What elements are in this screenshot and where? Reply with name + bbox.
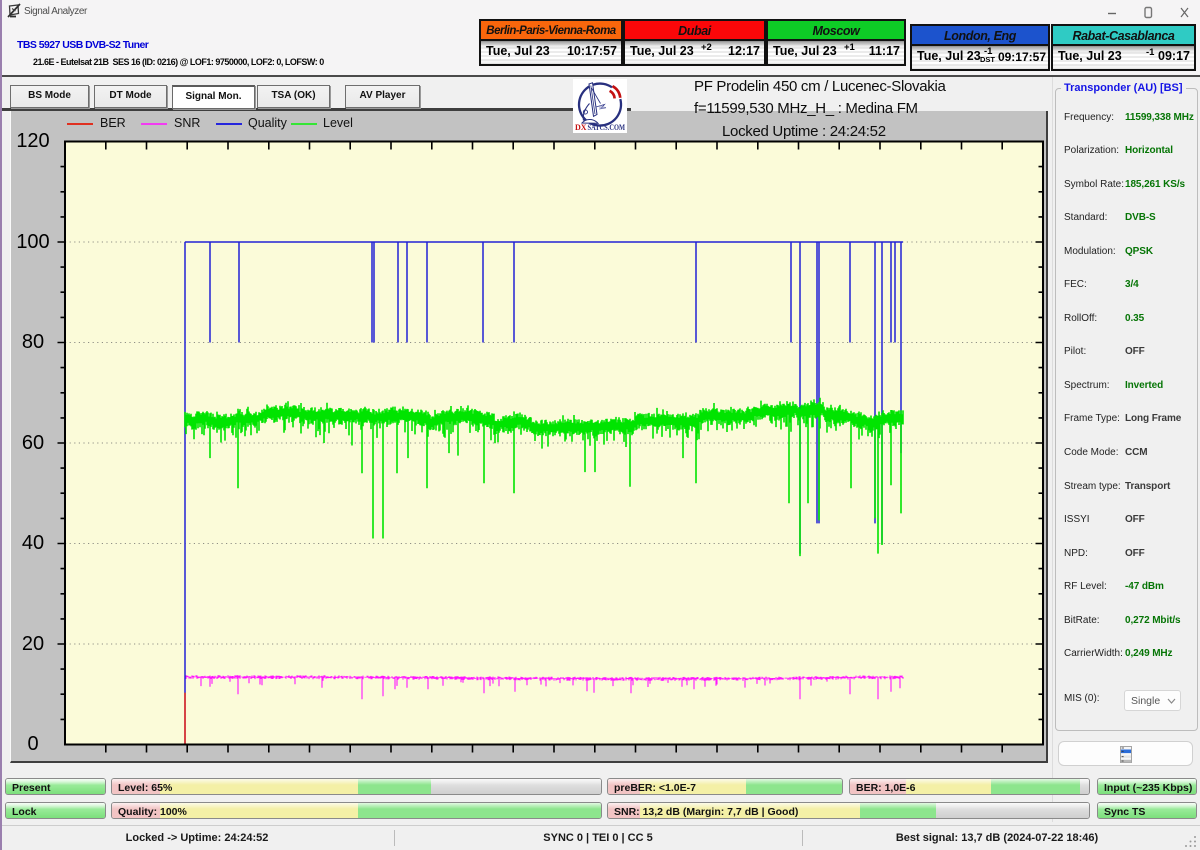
svg-text:DX: DX xyxy=(575,123,587,132)
svg-text:SATCS.COM: SATCS.COM xyxy=(588,123,626,132)
